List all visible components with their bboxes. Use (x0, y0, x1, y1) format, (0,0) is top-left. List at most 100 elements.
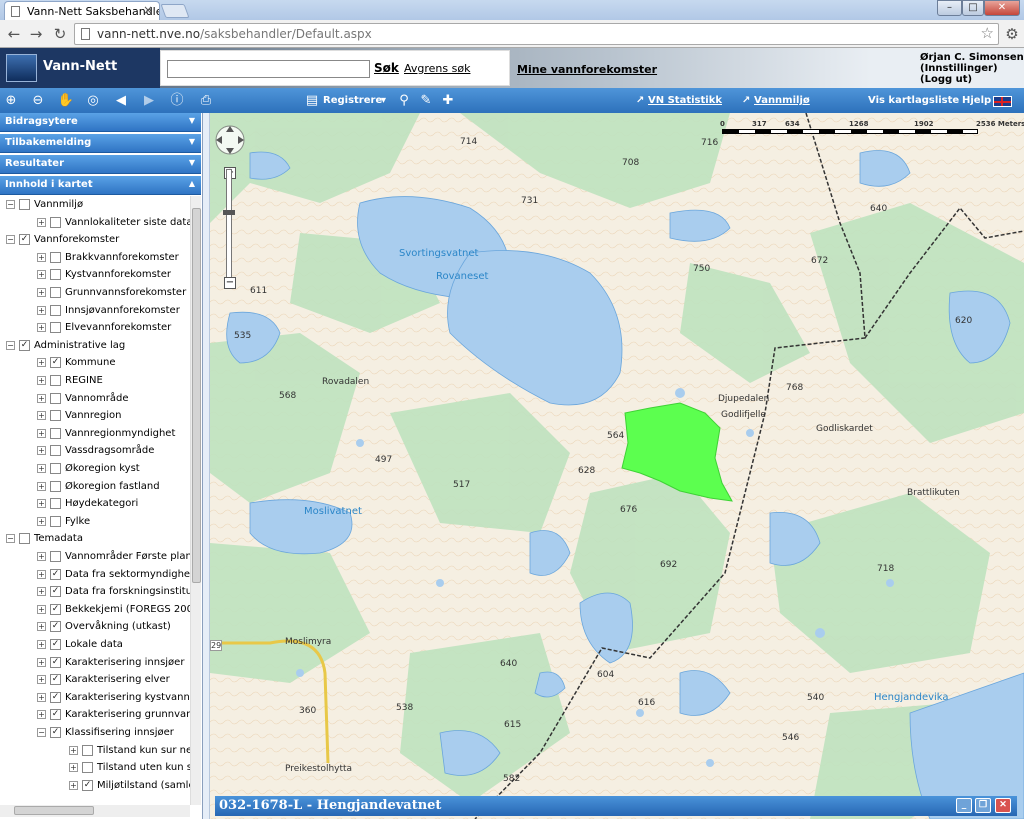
expand-icon[interactable]: + (37, 446, 46, 456)
layer-tree-item[interactable]: + Elvevannforekomster (37, 319, 171, 336)
chevron-down-icon[interactable]: ▾ (381, 95, 386, 106)
layer-checkbox[interactable] (50, 304, 61, 316)
layer-tree-item[interactable]: + Vannregionmyndighet (37, 425, 175, 442)
expand-icon[interactable]: + (37, 675, 46, 685)
layer-checkbox[interactable]: ✓ (50, 691, 61, 703)
layer-tree-item[interactable]: + Høydekategori (37, 495, 138, 512)
browser-tab[interactable]: Vann-Nett Saksbehandler × (4, 1, 160, 20)
layer-checkbox[interactable] (50, 498, 61, 510)
map-canvas[interactable]: Svortingsvatnet Rovaneset Moslivatnet He… (210, 113, 1024, 819)
zoom-extent-icon[interactable]: ◎ (84, 92, 102, 110)
layer-checkbox[interactable] (50, 287, 61, 298)
panel-bidragsytere[interactable]: Bidragsytere ▼ (0, 113, 201, 132)
layer-tree-item[interactable]: + ✓ Lokale data (37, 636, 123, 653)
zoom-out-icon[interactable]: ⊖ (29, 92, 47, 110)
forward-icon[interactable]: → (26, 24, 46, 44)
vertical-scrollbar[interactable] (190, 196, 201, 805)
layer-checkbox[interactable]: ✓ (19, 339, 30, 351)
zoom-out-button[interactable]: − (224, 277, 236, 289)
layer-checkbox[interactable]: ✓ (50, 568, 61, 580)
scrollbar-thumb[interactable] (14, 806, 94, 815)
collapse-icon[interactable]: − (6, 200, 15, 209)
layer-tree-item[interactable]: + Tilstand uten kun su (69, 759, 190, 776)
draw-pencil-icon[interactable]: ✎ (417, 92, 435, 110)
pan-hand-icon[interactable]: ✋ (57, 92, 75, 110)
english-flag-icon[interactable] (993, 96, 1012, 107)
next-extent-icon[interactable]: ▶ (140, 92, 158, 110)
register-icon[interactable]: ▤ (303, 92, 321, 110)
bookmark-star-icon[interactable]: ☆ (981, 24, 994, 42)
layer-tree-item[interactable]: + ✓ Data fra forskningsinstitusj (37, 583, 190, 600)
panel-resultater[interactable]: Resultater ▼ (0, 155, 201, 174)
expand-icon[interactable]: + (37, 252, 46, 262)
layer-checkbox[interactable] (50, 216, 61, 228)
collapse-icon[interactable]: − (6, 235, 15, 245)
layer-checkbox[interactable] (50, 375, 61, 386)
vn-statistikk-link[interactable]: VN Statistikk (648, 95, 722, 106)
panel-splitter[interactable] (203, 113, 210, 819)
refine-search-link[interactable]: Avgrens søk (404, 62, 470, 75)
layer-tree-item[interactable]: + ✓ Bekkekjemi (FOREGS 2008 (37, 601, 190, 618)
expand-icon[interactable]: + (69, 745, 78, 755)
layer-tree-item[interactable]: + ✓ Karakterisering elver (37, 671, 170, 688)
layer-checkbox[interactable]: ✓ (50, 674, 61, 686)
restore-icon[interactable]: ❐ (975, 798, 991, 813)
expand-icon[interactable]: + (37, 710, 46, 720)
expand-icon[interactable]: + (37, 552, 46, 561)
expand-icon[interactable]: + (37, 640, 46, 649)
layer-tree-item[interactable]: + ✓ Overvåkning (utkast) (37, 618, 171, 635)
expand-icon[interactable]: + (37, 323, 46, 333)
layer-checkbox[interactable]: ✓ (50, 603, 61, 615)
logout-link[interactable]: (Logg ut) (920, 74, 1024, 85)
layer-checkbox[interactable] (50, 515, 61, 527)
expand-icon[interactable]: + (37, 464, 46, 473)
layer-checkbox[interactable] (19, 533, 30, 545)
layer-tree-item[interactable]: + Tilstand kun sur ned (69, 742, 190, 759)
help-link[interactable]: Hjelp (962, 95, 991, 106)
layer-checkbox[interactable] (50, 251, 61, 263)
expand-icon[interactable]: + (37, 411, 46, 421)
layer-tree-item[interactable]: + Fylke (37, 513, 90, 530)
layer-checkbox[interactable] (50, 392, 61, 404)
new-tab-button[interactable] (160, 4, 190, 18)
expand-icon[interactable]: + (37, 376, 46, 385)
minimize-window-button[interactable]: – (937, 0, 962, 16)
layer-tree-item[interactable]: − Vannmiljø (6, 196, 83, 213)
zoom-slider-handle[interactable] (223, 210, 235, 215)
layer-checkbox[interactable]: ✓ (50, 586, 61, 598)
settings-link[interactable]: (Innstillinger) (920, 63, 1024, 74)
layer-tree-item[interactable]: + ✓ Karakterisering kystvann (37, 689, 190, 706)
layer-tree-item[interactable]: + Kystvannforekomster (37, 266, 171, 283)
expand-icon[interactable]: + (37, 569, 46, 579)
expand-icon[interactable]: + (37, 516, 46, 526)
layer-checkbox[interactable]: ✓ (50, 709, 61, 721)
panel-innhold-i-kartet[interactable]: Innhold i kartet ▲ (0, 176, 201, 195)
show-layer-list-link[interactable]: Vis kartlagsliste (868, 95, 959, 106)
register-menu[interactable]: Registrere (323, 95, 382, 106)
expand-icon[interactable]: + (37, 481, 46, 491)
layer-tree-item[interactable]: + ✓ Kommune (37, 354, 116, 371)
layer-tree-item[interactable]: + Vannområde (37, 390, 128, 407)
layer-tree-item[interactable]: − ✓ Vannforekomster (6, 231, 119, 248)
zoom-in-icon[interactable]: ⊕ (2, 92, 20, 110)
expand-icon[interactable]: + (37, 622, 46, 632)
panel-tilbakemelding[interactable]: Tilbakemelding ▼ (0, 134, 201, 153)
layer-checkbox[interactable]: ✓ (50, 656, 61, 668)
layer-tree-item[interactable]: − ✓ Klassifisering innsjøer (37, 724, 174, 741)
layer-checkbox[interactable] (50, 445, 61, 457)
search-button[interactable]: Søk (374, 61, 399, 75)
collapse-icon[interactable]: − (6, 340, 15, 350)
layer-tree-item[interactable]: + ✓ Karakterisering innsjøer (37, 654, 184, 671)
close-window-button[interactable]: ✕ (984, 0, 1020, 16)
layer-tree-item[interactable]: + Økoregion fastland (37, 478, 160, 495)
expand-icon[interactable]: + (37, 587, 46, 597)
layer-checkbox[interactable] (50, 322, 61, 334)
expand-icon[interactable]: + (37, 270, 46, 280)
expand-icon[interactable]: + (37, 305, 46, 315)
previous-extent-icon[interactable]: ◀ (112, 92, 130, 110)
logo[interactable]: Vann-Nett (0, 48, 160, 88)
zoom-slider[interactable] (223, 169, 235, 281)
add-user-icon[interactable]: ✚ (439, 92, 457, 110)
expand-icon[interactable]: + (69, 763, 78, 773)
expand-icon[interactable]: + (37, 288, 46, 297)
